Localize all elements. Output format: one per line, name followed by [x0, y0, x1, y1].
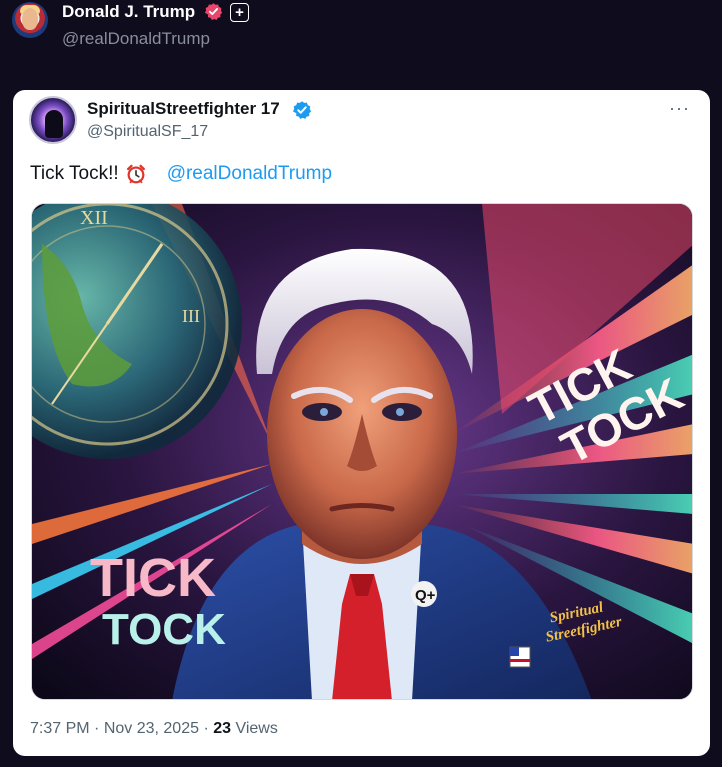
author-name[interactable]: Donald J. Trump	[62, 2, 195, 22]
verified-check-icon	[292, 101, 312, 119]
svg-text:XII: XII	[80, 207, 108, 229]
alarm-clock-icon	[126, 164, 145, 184]
quoted-author-handle[interactable]: @SpiritualSF_17	[87, 123, 208, 141]
overlay-text-left-2: TOCK	[102, 605, 226, 654]
lapel-pin-text: Q+	[415, 587, 436, 604]
author-handle[interactable]: @realDonaldTrump	[62, 29, 210, 49]
mention-link[interactable]: @realDonaldTrump	[167, 163, 332, 185]
quoted-post-card[interactable]: SpiritualStreetfighter 17 @SpiritualSF_1…	[13, 90, 710, 756]
views-count: 23	[213, 720, 232, 737]
quoted-author-avatar[interactable]	[29, 96, 77, 144]
quoted-author-name[interactable]: SpiritualStreetfighter 17	[87, 99, 280, 119]
views-label: Views	[235, 720, 278, 737]
more-options-icon[interactable]: ···	[669, 98, 690, 119]
post-header: Donald J. Trump + @realDonaldTrump	[0, 0, 722, 90]
verified-badge-icon	[204, 3, 223, 20]
post-text: Tick Tock!! @realDonaldTrump	[30, 163, 332, 185]
separator-2: ·	[199, 720, 214, 737]
post-timestamp[interactable]: 7:37 PM · Nov 23, 2025 · 23 Views	[30, 720, 278, 738]
post-image[interactable]: XII III Q+ TICK TOCK TICK TOCK Spiritual…	[31, 203, 693, 700]
separator-1: ·	[89, 720, 104, 737]
plus-badge: +	[230, 3, 249, 22]
svg-text:III: III	[182, 306, 200, 326]
post-time: 7:37 PM	[30, 720, 90, 737]
author-avatar[interactable]	[12, 2, 48, 38]
tick-tock-illustration: XII III Q+ TICK TOCK TICK TOCK Spiritual…	[32, 204, 692, 699]
post-text-body: Tick Tock!!	[30, 163, 119, 184]
overlay-text-left-1: TICK	[90, 548, 216, 608]
post-date: Nov 23, 2025	[103, 720, 199, 737]
